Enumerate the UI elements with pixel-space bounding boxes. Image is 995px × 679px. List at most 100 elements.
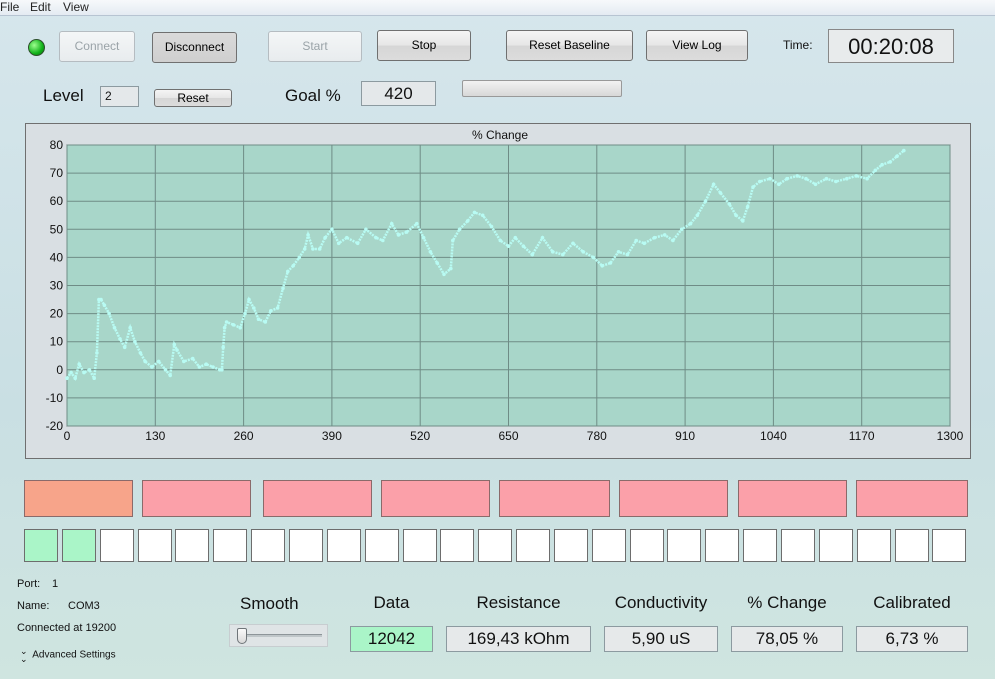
progress-cell	[175, 529, 209, 562]
smooth-slider[interactable]	[229, 624, 328, 647]
progress-cell	[819, 529, 853, 562]
data-point	[845, 176, 849, 181]
menu-file[interactable]: File	[0, 0, 19, 15]
progress-cell	[554, 529, 588, 562]
progress-cell	[213, 529, 247, 562]
data-point	[758, 179, 762, 184]
resistance-value: 169,43 kOhm	[446, 626, 591, 652]
x-tick-label: 1300	[937, 429, 964, 443]
port-value: 1	[52, 578, 59, 590]
reset-baseline-button[interactable]: Reset Baseline	[506, 30, 633, 61]
disconnect-button[interactable]: Disconnect	[152, 32, 237, 63]
progress-cell	[895, 529, 929, 562]
level-input[interactable]: 2	[100, 86, 139, 107]
data-point	[211, 365, 215, 369]
level-reset-button[interactable]: Reset	[154, 89, 232, 107]
data-point	[381, 238, 385, 243]
level-block	[499, 480, 610, 517]
data-point	[355, 241, 360, 246]
data-point	[634, 238, 638, 243]
level-block	[738, 480, 847, 517]
chart-canvas: % Change 0 130 260 390 520 650 780 910 1040 1170 1…	[46, 128, 964, 443]
data-point	[143, 359, 147, 364]
chart-title: % Change	[472, 128, 528, 142]
progress-cell	[24, 529, 58, 562]
data-point	[642, 241, 647, 246]
calibrated-label: Calibrated	[873, 593, 951, 612]
data-point	[873, 168, 878, 173]
data-point	[813, 182, 818, 187]
data-point	[330, 227, 334, 232]
conductivity-label: Conductivity	[614, 593, 708, 612]
progress-cell	[781, 529, 815, 562]
data-point	[374, 235, 378, 240]
data-point	[128, 325, 132, 330]
data-point	[87, 368, 92, 372]
data-point	[540, 235, 545, 240]
y-tick-label: -10	[46, 391, 64, 405]
progress-cell	[478, 529, 512, 562]
menu-edit[interactable]: Edit	[30, 0, 51, 15]
connect-button[interactable]: Connect	[59, 31, 135, 62]
view-log-button[interactable]: View Log	[646, 30, 748, 61]
y-tick-label: 60	[50, 194, 64, 208]
data-point	[73, 376, 77, 380]
data-point	[785, 176, 789, 181]
data-point	[336, 241, 341, 246]
data-point	[311, 247, 315, 251]
device-name-label: Name:	[17, 600, 50, 612]
data-point	[695, 213, 700, 218]
data-point	[263, 320, 268, 324]
data-point	[99, 297, 103, 302]
smooth-slider-thumb[interactable]	[237, 628, 247, 644]
data-point	[133, 339, 137, 344]
data-point	[220, 368, 224, 372]
menu-view[interactable]: View	[63, 0, 89, 15]
stop-button[interactable]: Stop	[377, 30, 471, 61]
data-point	[118, 337, 122, 341]
x-tick-label: 520	[410, 429, 430, 443]
level-block	[142, 480, 251, 517]
progress-cell	[630, 529, 664, 562]
data-point	[182, 359, 186, 364]
data-point	[69, 370, 73, 375]
data-point	[77, 362, 81, 366]
start-button[interactable]: Start	[268, 31, 362, 62]
data-point	[404, 230, 409, 234]
level-block	[381, 480, 490, 517]
calibrated-value: 6,73 %	[856, 626, 968, 652]
data-point	[163, 368, 168, 372]
advanced-settings-toggle[interactable]: ⌄ ⌄ Advanced Settings	[20, 647, 116, 664]
progress-cell	[705, 529, 739, 562]
data-point	[751, 185, 755, 189]
y-tick-label: 40	[50, 250, 64, 264]
data-point	[625, 252, 630, 257]
data-point	[895, 154, 899, 158]
data-point	[591, 255, 596, 260]
data-point	[616, 250, 621, 254]
connection-status-led-icon	[28, 39, 45, 56]
y-tick-label: 0	[56, 363, 63, 377]
smooth-slider-track	[238, 634, 322, 637]
data-point	[442, 272, 446, 277]
goal-value: 420	[361, 81, 436, 106]
data-point	[745, 205, 750, 209]
data-point	[854, 174, 859, 178]
x-tick-label: 780	[587, 429, 607, 443]
progress-cell	[743, 529, 777, 562]
data-point	[156, 359, 161, 364]
data-point	[472, 210, 477, 215]
data-point	[175, 348, 179, 352]
y-tick-label: 80	[50, 138, 64, 152]
data-point	[824, 176, 829, 181]
progress-cell	[327, 529, 361, 562]
data-point	[498, 238, 503, 243]
data-point	[224, 320, 229, 324]
progress-cell	[667, 529, 701, 562]
data-point	[521, 244, 526, 248]
data-point	[734, 213, 738, 218]
progress-cell	[100, 529, 134, 562]
resistance-label: Resistance	[476, 593, 561, 612]
device-name-value: COM3	[68, 600, 100, 612]
data-point	[600, 264, 604, 268]
